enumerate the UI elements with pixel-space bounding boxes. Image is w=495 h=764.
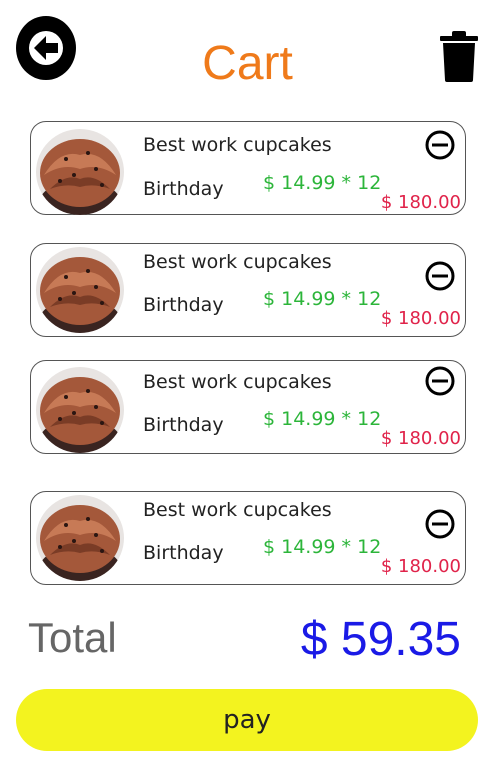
total-label: Total — [28, 614, 117, 661]
item-price: $ 14.99 * 12 — [263, 288, 382, 310]
cupcake-image — [36, 495, 124, 581]
item-price: $ 14.99 * 12 — [263, 536, 382, 558]
pay-button[interactable]: pay — [16, 689, 478, 751]
item-tag: Birthday — [143, 294, 224, 316]
cart-item[interactable]: Best work cupcakes Birthday $ 14.99 * 12… — [30, 243, 466, 337]
item-tag: Birthday — [143, 542, 224, 564]
minus-circle-icon[interactable] — [425, 366, 455, 396]
cupcake-image — [36, 129, 124, 215]
minus-circle-icon[interactable] — [425, 261, 455, 291]
item-total: $ 180.00 — [380, 308, 461, 329]
item-name: Best work cupcakes — [143, 251, 332, 273]
item-total: $ 180.00 — [380, 556, 461, 577]
minus-circle-icon[interactable] — [425, 509, 455, 539]
item-price: $ 14.99 * 12 — [263, 172, 382, 194]
item-name: Best work cupcakes — [143, 134, 332, 156]
total-value: $ 59.35 — [300, 613, 461, 666]
page-title: Cart — [202, 37, 293, 90]
minus-circle-icon[interactable] — [425, 130, 455, 160]
item-tag: Birthday — [143, 414, 224, 436]
item-total: $ 180.00 — [380, 428, 461, 449]
item-price: $ 14.99 * 12 — [263, 408, 382, 430]
cupcake-image — [36, 247, 124, 333]
cart-item[interactable]: Best work cupcakes Birthday $ 14.99 * 12… — [30, 491, 466, 585]
cupcake-image — [36, 367, 124, 453]
item-total: $ 180.00 — [380, 192, 461, 213]
item-tag: Birthday — [143, 178, 224, 200]
trash-icon[interactable] — [439, 30, 479, 82]
item-name: Best work cupcakes — [143, 371, 332, 393]
cart-item[interactable]: Best work cupcakes Birthday $ 14.99 * 12… — [30, 360, 466, 454]
cart-item[interactable]: Best work cupcakes Birthday $ 14.99 * 12… — [30, 121, 466, 215]
item-name: Best work cupcakes — [143, 499, 332, 521]
